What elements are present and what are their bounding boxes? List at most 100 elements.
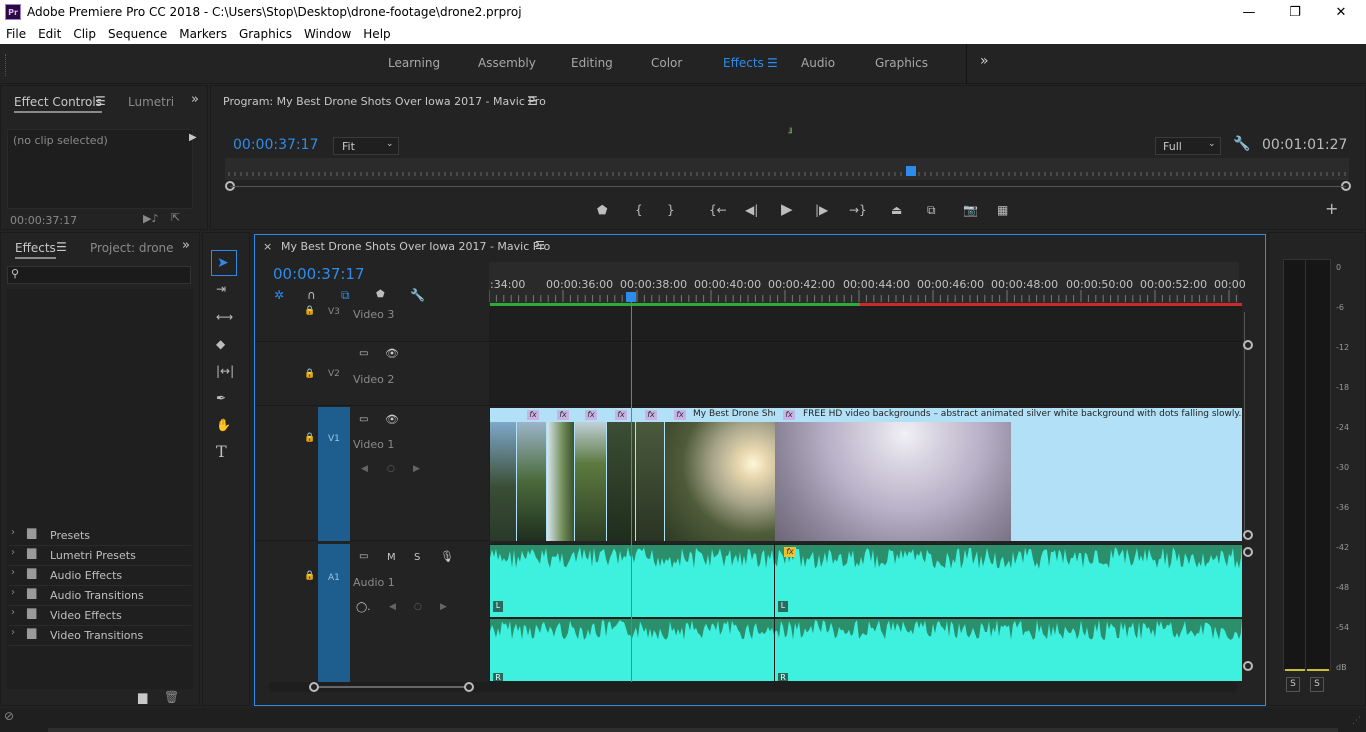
fx-badge-icon[interactable]: fx — [615, 410, 627, 420]
go-to-out-icon[interactable]: →} — [849, 202, 867, 218]
chevron-right-icon[interactable]: › — [11, 627, 15, 638]
menu-markers[interactable]: Markers — [173, 27, 233, 41]
volume-keyframe-icon[interactable]: ◯. — [356, 602, 370, 613]
overflow-icon[interactable]: » — [191, 92, 199, 107]
tab-assembly[interactable]: Assembly — [478, 56, 536, 70]
extract-icon[interactable]: ⧉ — [927, 202, 936, 218]
effects-search-input[interactable]: ⚲ — [7, 266, 191, 284]
minimize-button[interactable]: — — [1226, 0, 1272, 24]
resize-grip-icon[interactable]: ⋰ — [1352, 716, 1361, 726]
step-back-icon[interactable]: ◀| — [745, 202, 758, 218]
wrench-icon[interactable]: 🔧 — [410, 287, 425, 303]
prev-keyframe-icon[interactable]: ◀ — [389, 602, 396, 612]
program-scrub-bar[interactable] — [225, 158, 1349, 180]
fx-badge-icon[interactable]: fx — [784, 547, 796, 557]
nest-icon[interactable]: ✲ — [274, 287, 284, 303]
scroll-handle[interactable] — [464, 682, 474, 692]
menu-help[interactable]: Help — [357, 27, 396, 41]
folder-icon[interactable]: ▆ — [138, 690, 147, 704]
scroll-handle[interactable] — [1243, 340, 1253, 350]
close-button[interactable]: ✕ — [1318, 0, 1364, 24]
hamburger-icon[interactable]: ☰ — [767, 56, 778, 70]
tab-effects[interactable]: Effects — [723, 56, 764, 70]
selection-tool-icon[interactable]: ➤ — [217, 255, 229, 271]
export-icon[interactable]: ⇱ — [171, 211, 180, 224]
prev-keyframe-icon[interactable]: ◀ — [361, 464, 368, 474]
lock-icon[interactable]: 🔒 — [304, 433, 315, 443]
horizontal-scroll-thumb[interactable] — [314, 686, 470, 688]
menu-file[interactable]: File — [0, 27, 32, 41]
fit-select[interactable]: Fit ⌄ — [333, 137, 399, 155]
add-marker-icon[interactable]: ⬟ — [376, 287, 385, 303]
hamburger-icon[interactable]: ☰ — [535, 239, 545, 252]
fx-badge-icon[interactable]: fx — [674, 410, 686, 420]
overflow-icon[interactable]: » — [980, 53, 989, 69]
mute-icon[interactable]: M — [387, 552, 396, 563]
fx-badge-icon[interactable]: fx — [645, 410, 657, 420]
effects-folder-lumetri-presets[interactable]: › ▆ Lumetri Presets — [9, 545, 191, 566]
toggle-sync-icon[interactable]: ▭ — [359, 348, 368, 359]
track-target-v1[interactable] — [318, 407, 350, 541]
add-marker-icon[interactable]: ⬟ — [597, 202, 607, 218]
linked-selection-icon[interactable]: ⧉ — [341, 287, 350, 303]
fx-badge-icon[interactable]: fx — [783, 410, 795, 420]
lock-icon[interactable]: 🔒 — [304, 306, 315, 316]
razor-icon[interactable]: ◆ — [216, 336, 225, 352]
track-select-icon[interactable]: ⇥ — [216, 281, 226, 297]
quality-select[interactable]: Full ⌄ — [1155, 137, 1221, 155]
effects-folder-video-transitions[interactable]: › ▆ Video Transitions — [9, 625, 191, 646]
program-timecode[interactable]: 00:00:37:17 — [233, 137, 318, 153]
restore-button[interactable]: ❐ — [1272, 0, 1318, 24]
chevron-right-icon[interactable]: › — [11, 527, 15, 538]
toggle-sync-icon[interactable]: ▭ — [359, 414, 368, 425]
toggle-sync-icon[interactable]: ▭ — [359, 551, 368, 562]
keyframe-icon[interactable]: ○ — [414, 602, 422, 612]
sequence-timecode[interactable]: 00:00:37:17 — [273, 265, 365, 283]
add-button-icon[interactable]: + — [1325, 201, 1338, 217]
camera-icon[interactable]: 📷 — [963, 202, 978, 218]
chevron-right-icon[interactable]: › — [11, 607, 15, 618]
wrench-icon[interactable]: 🔧 — [1233, 136, 1250, 152]
effects-folder-audio-effects[interactable]: › ▆ Audio Effects — [9, 565, 191, 586]
overflow-icon[interactable]: » — [182, 238, 190, 253]
fx-badge-icon[interactable]: fx — [585, 410, 597, 420]
type-tool-icon[interactable]: T — [216, 444, 227, 460]
audio-clip-1[interactable]: L R — [490, 545, 774, 681]
step-forward-icon[interactable]: |▶ — [815, 202, 828, 218]
compare-view-icon[interactable]: ▦ — [997, 202, 1008, 218]
close-icon[interactable]: × — [263, 240, 272, 253]
menu-edit[interactable]: Edit — [32, 27, 67, 41]
menu-sequence[interactable]: Sequence — [102, 27, 173, 41]
tab-effects-panel[interactable]: Effects — [15, 241, 56, 259]
pen-icon[interactable]: ✒ — [216, 390, 226, 406]
video-clip-background[interactable]: fx FREE HD video backgrounds – abstract … — [775, 408, 1242, 541]
menu-clip[interactable]: Clip — [67, 27, 102, 41]
hand-icon[interactable]: ✋ — [216, 417, 231, 433]
mark-in-icon[interactable]: { — [635, 202, 643, 218]
scroll-handle[interactable] — [309, 682, 319, 692]
play-audio-icon[interactable]: ▶♪ — [143, 212, 158, 225]
tab-color[interactable]: Color — [651, 56, 682, 70]
solo-right-button[interactable]: S — [1310, 677, 1324, 692]
trash-icon[interactable]: 🗑 — [164, 690, 179, 704]
effects-folder-presets[interactable]: › ▆ Presets — [9, 525, 191, 546]
video-clip-drone[interactable]: fx fx fx fx fx fx My Best Drone Shot — [490, 408, 775, 541]
fx-badge-icon[interactable]: fx — [557, 410, 569, 420]
program-playhead[interactable] — [906, 166, 917, 176]
bottom-scroll[interactable] — [48, 728, 1338, 732]
chevron-right-icon[interactable]: › — [11, 547, 15, 558]
track-v3-area[interactable] — [489, 306, 1242, 342]
snap-magnet-icon[interactable]: ∩ — [307, 287, 316, 303]
scroll-handle[interactable] — [1243, 661, 1253, 671]
eye-icon[interactable]: 👁 — [385, 347, 399, 360]
next-keyframe-icon[interactable]: ▶ — [440, 602, 447, 612]
keyframe-icon[interactable]: ○ — [387, 464, 395, 474]
mark-out-icon[interactable]: } — [667, 202, 675, 218]
track-target-a1[interactable] — [318, 544, 350, 682]
audio-clip-2[interactable]: fx L R — [775, 545, 1242, 681]
go-to-in-icon[interactable]: {← — [709, 202, 727, 218]
lock-icon[interactable]: 🔒 — [304, 369, 315, 379]
fx-badge-icon[interactable]: fx — [527, 410, 539, 420]
chevron-right-icon[interactable]: › — [11, 567, 15, 578]
zoom-bar[interactable] — [230, 186, 1346, 187]
